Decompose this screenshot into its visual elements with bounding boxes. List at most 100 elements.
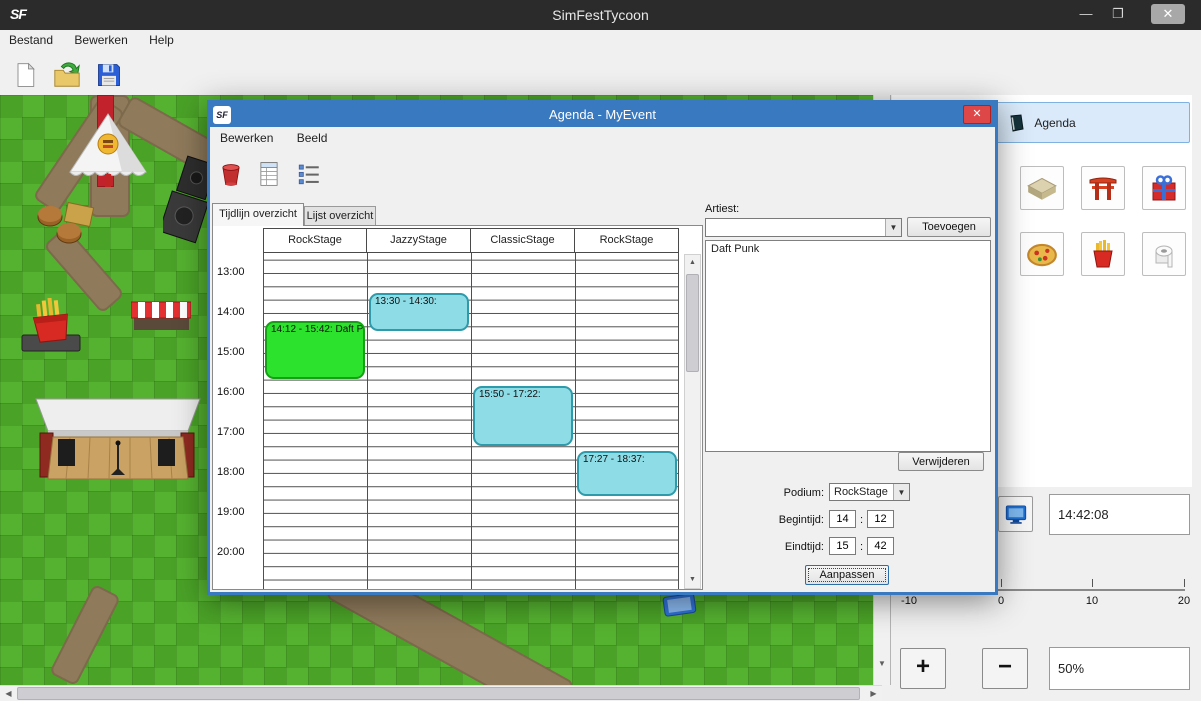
list-item[interactable]: Daft Punk xyxy=(706,241,990,257)
chevron-down-icon: ▼ xyxy=(893,484,909,500)
timeline-scroll-up-button[interactable]: ▲ xyxy=(685,255,700,271)
dialog-close-button[interactable]: ✕ xyxy=(963,105,991,124)
item-gift-button[interactable] xyxy=(1142,166,1186,210)
zoom-level-display: 50% xyxy=(1049,647,1190,690)
end-time-label: Eindtijd: xyxy=(730,541,824,553)
clock-display: 14:42:08 xyxy=(1049,494,1190,535)
add-artist-button[interactable]: Toevoegen xyxy=(907,217,991,237)
monitor-icon xyxy=(1003,501,1029,527)
grid-line xyxy=(678,253,679,589)
timeline-scrollbar[interactable]: ▲ ▼ xyxy=(684,254,701,589)
scrollbar-corner xyxy=(882,685,890,701)
item-toilet-roll-button[interactable] xyxy=(1142,232,1186,276)
save-icon xyxy=(95,60,123,90)
time-colon: : xyxy=(860,541,863,553)
blue-gadget[interactable] xyxy=(662,593,702,620)
slider-tick xyxy=(1092,579,1093,587)
item-fries-button[interactable] xyxy=(1081,232,1125,276)
main-stage[interactable] xyxy=(26,395,208,490)
titlebar: SF SimFestTycoon — ❐ ✕ xyxy=(0,0,1201,30)
delete-event-button[interactable] xyxy=(215,155,247,191)
apply-button[interactable]: Aanpassen xyxy=(805,565,889,585)
screen-button[interactable] xyxy=(998,496,1033,532)
end-hour-input[interactable] xyxy=(829,537,856,555)
chevron-down-icon: ▼ xyxy=(885,219,901,236)
zoom-in-button[interactable]: + xyxy=(900,648,946,689)
zoom-out-button[interactable]: − xyxy=(982,648,1028,689)
dialog-menu-beeld[interactable]: Beeld xyxy=(287,127,338,145)
menu-item-help[interactable]: Help xyxy=(140,30,183,47)
timeline-view-icon xyxy=(256,159,282,189)
scroll-left-button[interactable]: ◀ xyxy=(0,686,17,701)
timeline-scroll-down-button[interactable]: ▼ xyxy=(685,572,700,588)
item-floor-tile-button[interactable] xyxy=(1020,166,1064,210)
delete-bucket-icon xyxy=(218,159,244,189)
hour-label: 14:00 xyxy=(217,306,245,318)
map-hscrollbar[interactable]: ◀ ▶ xyxy=(0,685,882,701)
begin-minute-input[interactable] xyxy=(867,510,894,528)
fries-stand[interactable] xyxy=(20,298,82,357)
end-minute-input[interactable] xyxy=(867,537,894,555)
new-file-button[interactable] xyxy=(8,54,42,92)
column-header: JazzyStage xyxy=(367,228,471,253)
agenda-button-label: Agenda xyxy=(1034,116,1075,130)
timeline-panel: RockStage JazzyStage ClassicStage RockSt… xyxy=(212,225,703,590)
hour-label: 17:00 xyxy=(217,426,245,438)
timeline-view-button[interactable] xyxy=(253,155,285,191)
striped-stand-icon xyxy=(131,300,191,334)
striped-stand[interactable] xyxy=(131,300,191,337)
minimize-button[interactable]: — xyxy=(1073,4,1099,24)
save-button[interactable] xyxy=(92,54,126,92)
slider-tick xyxy=(1001,579,1002,587)
remove-artist-button[interactable]: Verwijderen xyxy=(898,452,984,471)
toilet-roll-icon xyxy=(1148,238,1180,270)
window-title: SimFestTycoon xyxy=(0,7,1201,23)
open-file-button[interactable] xyxy=(50,54,84,92)
hour-label: 20:00 xyxy=(217,546,245,558)
timeline-event[interactable]: 17:27 - 18:37: xyxy=(577,451,677,496)
hour-label: 15:00 xyxy=(217,346,245,358)
slider-label: -10 xyxy=(901,595,917,607)
timeline-event[interactable]: 15:50 - 17:22: xyxy=(473,386,573,445)
artist-list[interactable]: Daft Punk xyxy=(705,240,991,452)
timeline-event[interactable]: 14:12 - 15:42: Daft Punk xyxy=(265,321,365,379)
scroll-down-button[interactable]: ▼ xyxy=(874,655,890,672)
artist-combobox[interactable]: ▼ xyxy=(705,218,902,237)
maximize-button[interactable]: ❐ xyxy=(1105,4,1131,24)
podium-select[interactable]: RockStage ▼ xyxy=(829,483,910,501)
scroll-right-button[interactable]: ▶ xyxy=(865,686,882,701)
timeline-grid[interactable]: 13:30 - 14:30:14:12 - 15:42: Daft Punk 15… xyxy=(263,253,679,589)
dialog-title: Agenda - MyEvent xyxy=(210,107,995,122)
torii-gate-icon xyxy=(1087,172,1119,204)
begin-time-label: Begintijd: xyxy=(730,514,824,526)
close-button[interactable]: ✕ xyxy=(1151,4,1185,24)
dialog-menu-bewerken[interactable]: Bewerken xyxy=(210,127,283,145)
hour-label: 16:00 xyxy=(217,386,245,398)
fries-stand-icon xyxy=(20,298,82,354)
list-view-button[interactable] xyxy=(293,155,325,191)
dialog-menubar: Bewerken Beeld xyxy=(210,127,995,150)
grid-line xyxy=(471,253,472,589)
slider-tick xyxy=(1184,579,1185,587)
menu-item-bestand[interactable]: Bestand xyxy=(0,30,62,47)
floor-tile-icon xyxy=(1025,171,1059,205)
artist-label: Artiest: xyxy=(705,203,739,215)
item-torii-gate-button[interactable] xyxy=(1081,166,1125,210)
dialog-titlebar[interactable]: SF Agenda - MyEvent ✕ xyxy=(210,103,995,127)
tent[interactable] xyxy=(66,110,150,191)
tab-lijst-overzicht[interactable]: Lijst overzicht xyxy=(304,206,376,226)
new-file-icon xyxy=(11,60,39,90)
hscroll-thumb[interactable] xyxy=(17,687,860,700)
tab-tijdlijn-overzicht[interactable]: Tijdlijn overzicht xyxy=(212,203,304,226)
timeline-event[interactable]: 13:30 - 14:30: xyxy=(369,293,469,331)
menu-item-bewerken[interactable]: Bewerken xyxy=(65,30,136,47)
item-pizza-button[interactable] xyxy=(1020,232,1064,276)
timeline-hours: 13:0014:0015:0016:0017:0018:0019:0020:00 xyxy=(213,253,263,589)
agenda-book-icon xyxy=(1008,114,1026,132)
slider-label: 20 xyxy=(1178,595,1190,607)
tent-icon xyxy=(66,110,150,188)
barrels[interactable] xyxy=(34,201,98,252)
timeline-scroll-thumb[interactable] xyxy=(686,274,699,372)
fries-icon xyxy=(1087,238,1119,270)
begin-hour-input[interactable] xyxy=(829,510,856,528)
